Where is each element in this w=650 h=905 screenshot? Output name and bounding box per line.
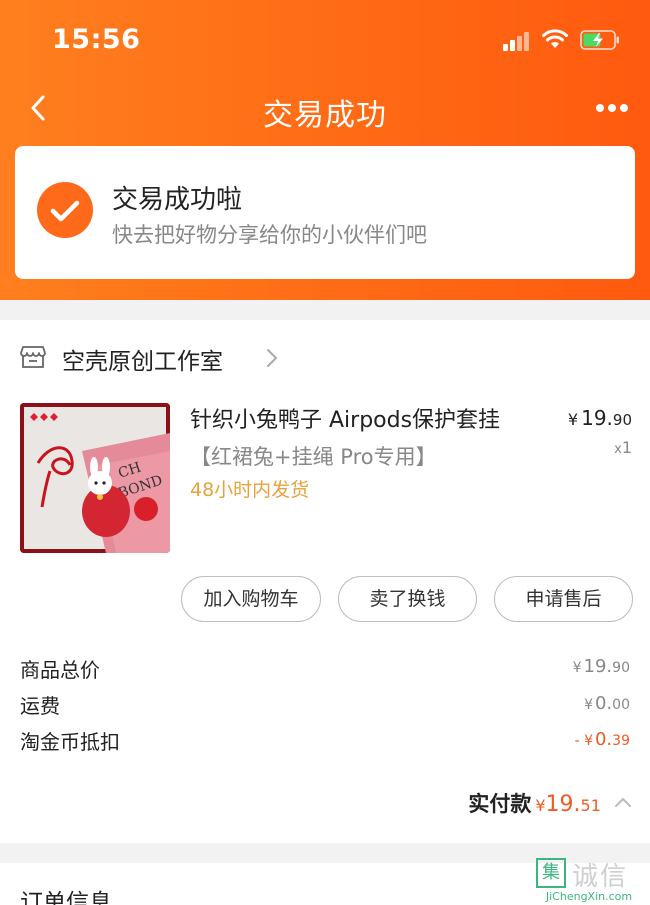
check-circle-icon — [37, 182, 93, 238]
amount-integer: 0. — [594, 693, 613, 714]
amount-decimal: 51 — [580, 796, 601, 815]
currency-symbol: - ¥ — [574, 733, 593, 749]
page-title: 交易成功 — [263, 98, 387, 133]
amount-integer: 19. — [545, 792, 581, 817]
product-quantity: x1 — [614, 438, 632, 457]
price-decimal: 90 — [612, 411, 632, 429]
amount-decimal: 00 — [612, 697, 630, 713]
watermark: 集 诚信 JiChengXin.com — [530, 856, 648, 904]
battery-charging-icon — [580, 30, 619, 50]
wifi-icon — [542, 29, 568, 48]
currency-symbol: ¥ — [584, 697, 593, 713]
shipping-promise: 48小时内发货 — [190, 479, 310, 501]
store-icon — [20, 346, 46, 368]
currency-symbol: ¥ — [572, 660, 582, 676]
amount-decimal: 90 — [612, 660, 630, 676]
status-bar: 15:56 — [0, 0, 650, 80]
cellular-signal-icon — [503, 31, 533, 51]
price-integer: 19. — [581, 406, 613, 430]
order-info-title: 订单信息 — [20, 890, 112, 905]
qty-value: 1 — [621, 438, 632, 457]
nav-bar: 交易成功 — [0, 82, 650, 136]
coin-discount-value: - ¥0.39 — [575, 729, 630, 750]
paid-total-label: 实付款 — [468, 792, 532, 816]
shipping-fee-label: 运费 — [20, 694, 60, 718]
watermark-url: JiChengXin.com — [545, 890, 633, 903]
product-sku: 【红裙兔+挂绳 Pro专用】 — [190, 445, 437, 469]
success-card: 交易成功啦 快去把好物分享给你的小伙伴们吧 — [15, 146, 635, 279]
amount-integer: 19. — [583, 656, 613, 677]
goods-total-value: ¥19.90 — [573, 656, 630, 677]
product-price: ¥19.90 — [568, 406, 632, 430]
goods-total-label: 商品总价 — [20, 658, 100, 682]
chevron-up-icon[interactable] — [614, 796, 632, 808]
product-title[interactable]: 针织小兔鸭子 Airpods保护套挂 — [190, 402, 500, 434]
coin-discount-label: 淘金币抵扣 — [20, 730, 120, 754]
success-subtitle: 快去把好物分享给你的小伙伴们吧 — [112, 223, 427, 247]
add-to-cart-button[interactable]: 加入购物车 — [181, 576, 321, 622]
amount-decimal: 39 — [612, 733, 630, 749]
status-time: 15:56 — [52, 24, 141, 55]
product-image[interactable]: CH BOND — [20, 403, 170, 553]
chevron-right-icon — [267, 349, 278, 367]
watermark-text: 诚信 — [572, 862, 629, 892]
watermark-logo-icon: 集 — [536, 858, 566, 888]
qty-prefix: x — [614, 442, 622, 457]
sell-button[interactable]: 卖了换钱 — [338, 576, 477, 622]
price-currency: ¥ — [567, 410, 579, 429]
currency-symbol: ¥ — [535, 796, 546, 815]
shipping-fee-value: ¥0.00 — [584, 693, 630, 714]
amount-integer: 0. — [594, 729, 613, 750]
after-sale-button[interactable]: 申请售后 — [494, 576, 633, 622]
more-options-icon[interactable] — [592, 102, 632, 116]
paid-total-row[interactable]: 实付款 ¥19.51 — [468, 788, 632, 818]
order-card: 空壳原创工作室 CH BOND 针织小兔鸭子 Airpods保护套挂 【红裙兔+… — [0, 320, 650, 843]
shop-name: 空壳原创工作室 — [62, 349, 223, 375]
success-title: 交易成功啦 — [112, 185, 243, 215]
